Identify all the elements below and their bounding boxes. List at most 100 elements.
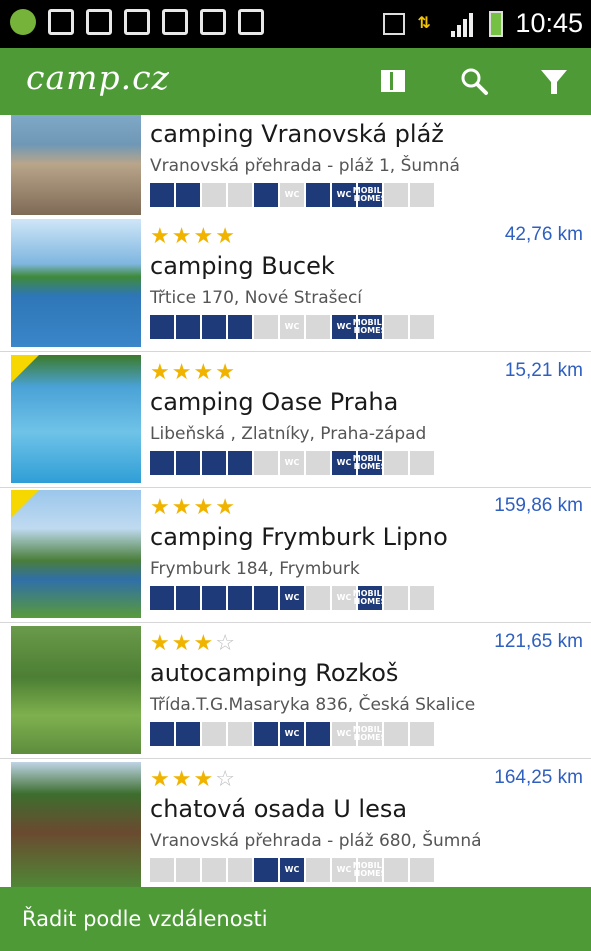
star-icon: ★: [150, 224, 172, 249]
campsite-name: camping Oase Praha: [150, 388, 399, 416]
amenity-icons: WC WC MOBILE HOMES: [150, 315, 434, 339]
distance-label: 15,21 km: [504, 360, 583, 381]
listing-row[interactable]: camping Vranovská pláž Vranovská přehrada…: [0, 115, 591, 220]
mobile-homes-icon: MOBILE HOMES: [353, 183, 387, 207]
listing-photo: [11, 355, 141, 483]
listing-row[interactable]: ★★★☆ 121,65 km autocamping Rozkoš Třída.T.G…: [0, 624, 591, 759]
motorhome-icon: [228, 858, 252, 882]
star-rating: ★★★★: [150, 226, 237, 248]
camper-icon: [202, 183, 226, 207]
search-icon[interactable]: [455, 62, 493, 100]
camper-icon: [202, 586, 226, 610]
caravan-icon: [176, 315, 200, 339]
data-transfer-icon: ⇅: [417, 12, 431, 32]
map-icon[interactable]: [374, 62, 412, 100]
mobile-homes-icon: MOBILE HOMES: [353, 722, 387, 746]
star-rating: ★★★☆: [150, 633, 237, 655]
motorhome-icon: [228, 183, 252, 207]
download-icon: [124, 9, 150, 35]
listing-photo: [11, 762, 141, 887]
star-icon: ★: [193, 360, 216, 385]
campsite-address: Libeňská , Zlatníky, Praha-západ: [150, 424, 427, 444]
motorhome-icon: [228, 451, 252, 475]
clock: 10:45: [515, 8, 583, 38]
amenity-icons: WC WC MOBILE HOMES: [150, 722, 434, 746]
pitch-icon: [410, 183, 434, 207]
camper-icon: [202, 722, 226, 746]
tv-icon: [384, 451, 408, 475]
caravan-icon: [176, 858, 200, 882]
star-icon: ★: [215, 224, 237, 249]
app-icon: [10, 9, 36, 35]
star-rating: ★★★☆: [150, 769, 237, 791]
house-wc-icon: WC: [280, 858, 304, 882]
check-icon: [162, 9, 188, 35]
image-icon: [48, 9, 74, 35]
bed-icon: [306, 858, 330, 882]
campsite-address: Třtice 170, Nové Strašecí: [150, 288, 363, 308]
pitch-icon: [410, 451, 434, 475]
star-icon: ★: [171, 631, 194, 656]
listing-row[interactable]: ★★★☆ 164,25 km chatová osada U lesa Vranovs…: [0, 760, 591, 887]
cabin-icon: [254, 315, 278, 339]
bed-icon: [306, 451, 330, 475]
bed-icon: [306, 586, 330, 610]
star-icon: ★: [171, 224, 194, 249]
system-icons: ⇅ 10:45: [383, 8, 583, 39]
caravan-icon: [176, 586, 200, 610]
tv-icon: [384, 722, 408, 746]
signal-icon: [451, 11, 477, 37]
email-icon: [86, 9, 112, 35]
listing-row[interactable]: ★★★★ 42,76 km camping Bucek Třtice 170, Nov…: [0, 217, 591, 352]
tent-icon: [150, 586, 174, 610]
sort-bar[interactable]: Řadit podle vzdálenosti: [0, 887, 591, 951]
campsite-address: Vranovská přehrada - pláž 1, Šumná: [150, 156, 460, 176]
star-icon: ★: [193, 495, 216, 520]
listing-row[interactable]: ★★★★ 159,86 km camping Frymburk Lipno Frymb…: [0, 488, 591, 623]
listing-row[interactable]: ★★★★ 15,21 km camping Oase Praha Libeňská ,…: [0, 353, 591, 488]
house-wc-icon: WC: [280, 451, 304, 475]
camper-icon: [202, 858, 226, 882]
distance-label: 121,65 km: [494, 631, 583, 652]
amenity-icons: WC WC MOBILE HOMES: [150, 183, 434, 207]
motorhome-icon: [228, 722, 252, 746]
featured-badge: [11, 490, 39, 518]
star-icon: ★: [193, 767, 216, 792]
star-icon: ★: [193, 631, 216, 656]
campsite-address: Vranovská přehrada - pláž 680, Šumná: [150, 831, 482, 851]
bed-icon: [306, 315, 330, 339]
star-icon: ★: [171, 495, 194, 520]
amenity-icons: WC WC MOBILE HOMES: [150, 451, 434, 475]
mobile-homes-icon: MOBILE HOMES: [353, 586, 387, 610]
star-icon: ★: [150, 360, 172, 385]
filter-icon[interactable]: [535, 62, 573, 100]
mobile-homes-icon: MOBILE HOMES: [353, 315, 387, 339]
caravan-icon: [176, 183, 200, 207]
star-icon: ★: [150, 495, 172, 520]
check-icon: [200, 9, 226, 35]
campsite-name: chatová osada U lesa: [150, 795, 408, 823]
star-icon: ★: [150, 767, 172, 792]
campsite-address: Třída.T.G.Masaryka 836, Česká Skalice: [150, 695, 476, 715]
camper-icon: [202, 315, 226, 339]
house-wc-icon: WC: [280, 722, 304, 746]
star-icon: ★: [150, 631, 172, 656]
tent-icon: [150, 183, 174, 207]
campsite-list: camping Vranovská pláž Vranovská přehrada…: [0, 115, 591, 887]
pitch-icon: [410, 858, 434, 882]
cabin-icon: [254, 586, 278, 610]
caravan-icon: [176, 722, 200, 746]
tv-icon: [384, 858, 408, 882]
motorhome-icon: [228, 586, 252, 610]
pitch-icon: [410, 586, 434, 610]
tv-icon: [384, 315, 408, 339]
bed-icon: [306, 183, 330, 207]
pitch-icon: [410, 722, 434, 746]
star-icon: ★: [215, 360, 237, 385]
distance-label: 42,76 km: [504, 224, 583, 245]
status-bar: ⇅ 10:45: [0, 0, 591, 48]
sort-label[interactable]: Řadit podle vzdálenosti: [22, 907, 268, 931]
campsite-name: camping Frymburk Lipno: [150, 523, 448, 551]
notification-icons: [10, 9, 264, 35]
house-wc-icon: WC: [280, 315, 304, 339]
